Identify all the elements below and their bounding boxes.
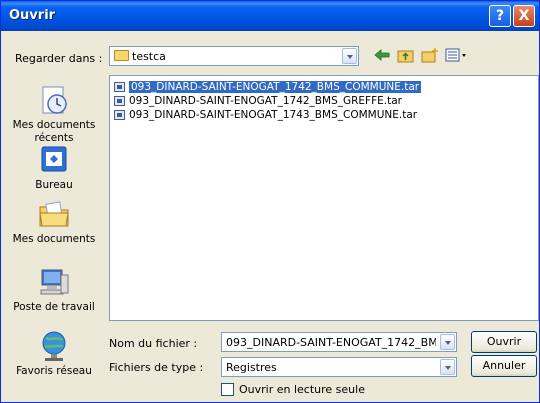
place-label: Mes documents: [12, 233, 96, 245]
place-label: Mes documents récents: [12, 119, 96, 144]
close-button[interactable]: X: [513, 5, 535, 27]
place-recent-documents[interactable]: Mes documents récents: [7, 83, 101, 145]
folder-icon: [114, 50, 129, 61]
readonly-checkbox[interactable]: [221, 383, 234, 396]
file-name: 093_DINARD-SAINT-ENOGAT_1742_BMS_GREFFE.…: [129, 95, 402, 107]
filetype-label: Fichiers de type :: [109, 361, 204, 374]
place-network[interactable]: Favoris réseau: [7, 329, 101, 378]
network-places-icon: [37, 329, 71, 363]
file-list[interactable]: 093_DINARD-SAINT-ENOGAT_1742_BMS_COMMUNE…: [109, 75, 539, 321]
look-in-label: Regarder dans :: [15, 52, 103, 65]
back-arrow-icon[interactable]: [373, 47, 391, 63]
up-folder-icon[interactable]: [397, 47, 415, 63]
archive-file-icon: [114, 110, 125, 120]
readonly-label: Ouvrir en lecture seule: [239, 383, 365, 396]
new-folder-icon[interactable]: [421, 47, 439, 63]
help-button[interactable]: ?: [489, 5, 511, 27]
my-documents-icon: [37, 197, 71, 231]
filename-input[interactable]: 093_DINARD-SAINT-ENOGAT_1742_BMS_C: [221, 332, 457, 352]
archive-file-icon: [114, 82, 125, 92]
chevron-down-icon[interactable]: [440, 334, 455, 350]
recent-documents-icon: [37, 83, 71, 117]
file-name: 093_DINARD-SAINT-ENOGAT_1743_BMS_COMMUNE…: [129, 109, 418, 121]
file-name: 093_DINARD-SAINT-ENOGAT_1742_BMS_COMMUNE…: [129, 81, 422, 93]
title-bar[interactable]: Ouvrir ? X: [1, 1, 539, 31]
filetype-value: Registres: [226, 361, 277, 374]
places-bar: Mes documents récents Bureau Mes documen…: [7, 75, 101, 397]
window-title: Ouvrir: [9, 8, 56, 23]
place-my-computer[interactable]: Poste de travail: [7, 265, 101, 314]
open-button[interactable]: Ouvrir: [471, 331, 537, 353]
archive-file-icon: [114, 96, 125, 106]
my-computer-icon: [37, 265, 71, 299]
view-menu-icon[interactable]: [445, 47, 469, 63]
place-label: Poste de travail: [13, 301, 95, 313]
place-label: Favoris réseau: [16, 365, 92, 377]
file-item[interactable]: 093_DINARD-SAINT-ENOGAT_1742_BMS_COMMUNE…: [113, 80, 422, 94]
chevron-down-icon[interactable]: [342, 48, 357, 64]
desktop-icon: [37, 143, 71, 177]
place-my-documents[interactable]: Mes documents: [7, 197, 101, 246]
filename-value: 093_DINARD-SAINT-ENOGAT_1742_BMS_C: [226, 336, 436, 349]
cancel-button[interactable]: Annuler: [471, 355, 537, 377]
filename-label: Nom du fichier :: [109, 337, 198, 350]
file-item[interactable]: 093_DINARD-SAINT-ENOGAT_1742_BMS_GREFFE.…: [113, 94, 402, 108]
filetype-select[interactable]: Registres: [221, 357, 457, 377]
place-desktop[interactable]: Bureau: [7, 143, 101, 192]
place-label: Bureau: [35, 179, 73, 191]
look-in-combo[interactable]: testca: [109, 46, 359, 66]
file-item[interactable]: 093_DINARD-SAINT-ENOGAT_1743_BMS_COMMUNE…: [113, 108, 417, 122]
chevron-down-icon[interactable]: [440, 359, 455, 375]
look-in-value: testca: [132, 50, 166, 63]
open-dialog: Ouvrir ? X Regarder dans : testca Mes do…: [0, 0, 540, 403]
